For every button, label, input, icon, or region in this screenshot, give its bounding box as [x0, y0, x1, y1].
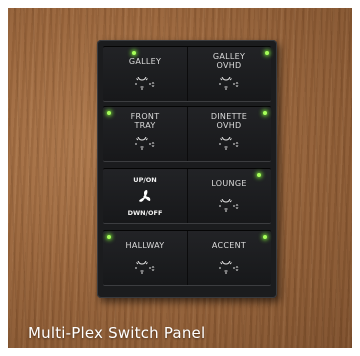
indicator-led — [107, 235, 111, 239]
switch-label: ACCENT — [211, 241, 247, 250]
light-bulb-icon — [219, 261, 239, 274]
fan-up-label: UP/ON — [133, 176, 157, 184]
switch-lounge[interactable]: LOUNGE — [187, 169, 271, 223]
caption: Multi-Plex Switch Panel — [28, 324, 206, 342]
light-bulb-icon — [219, 137, 239, 150]
switch-front-tray[interactable]: FRONT TRAY — [103, 107, 188, 161]
switch-label: HALLWAY — [125, 241, 165, 250]
fan-down-label: DWN/OFF — [127, 209, 163, 217]
photo: GALLEY GALLEY OVHD FRONT TRAY DINETTE OV… — [8, 8, 352, 348]
switch-label: DINETTE OVHD — [210, 112, 248, 130]
switch-panel: GALLEY GALLEY OVHD FRONT TRAY DINETTE OV… — [97, 40, 277, 298]
switch-row: FRONT TRAY DINETTE OVHD — [103, 106, 271, 162]
light-bulb-icon — [135, 137, 155, 150]
light-bulb-icon — [135, 261, 155, 274]
fan-icon — [139, 190, 151, 202]
switch-label: FRONT TRAY — [130, 112, 160, 130]
switch-fan[interactable]: UP/ON DWN/OFF — [103, 169, 188, 223]
switch-galley[interactable]: GALLEY — [103, 47, 188, 101]
switch-accent[interactable]: ACCENT — [187, 231, 271, 285]
switch-label: GALLEY OVHD — [212, 52, 246, 70]
light-bulb-icon — [219, 77, 239, 90]
switch-row: UP/ON DWN/OFF LOUNGE — [103, 168, 271, 224]
switch-galley-ovhd[interactable]: GALLEY OVHD — [187, 47, 271, 101]
indicator-led — [257, 173, 261, 177]
switch-hallway[interactable]: HALLWAY — [103, 231, 188, 285]
switch-row: GALLEY GALLEY OVHD — [103, 46, 271, 102]
light-bulb-icon — [219, 199, 239, 212]
indicator-led — [263, 235, 267, 239]
switch-dinette-ovhd[interactable]: DINETTE OVHD — [187, 107, 271, 161]
switch-label: GALLEY — [128, 57, 162, 66]
switch-row: HALLWAY ACCENT — [103, 230, 271, 286]
switch-label: LOUNGE — [211, 179, 247, 188]
light-bulb-icon — [135, 77, 155, 90]
indicator-led — [132, 51, 136, 55]
